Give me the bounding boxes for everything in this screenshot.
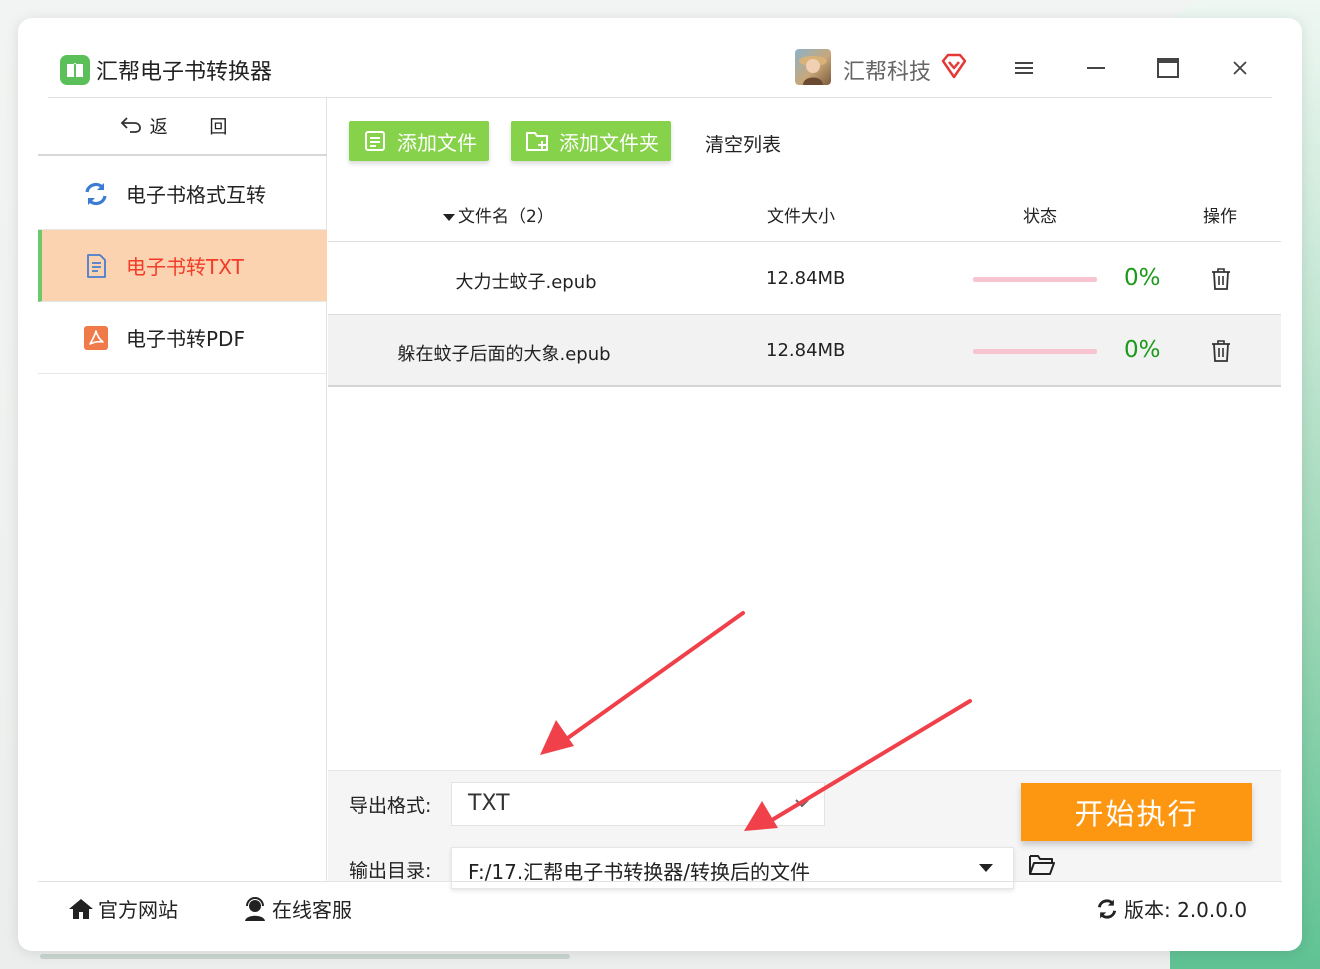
progress-percent: 0% (1124, 337, 1161, 363)
file-name: 大力士蚊子.epub (455, 272, 597, 293)
footer: 官方网站 在线客服 版本: 2.0.0.0 (38, 881, 1282, 931)
menu-icon[interactable] (1010, 54, 1038, 82)
file-size: 12.84MB (766, 268, 846, 289)
progress-bar (973, 277, 1097, 282)
refresh-icon (82, 180, 110, 208)
table-row[interactable]: 大力士蚊子.epub 12.84MB 0% (328, 243, 1281, 315)
sidebar: 返 回 电子书格式互转 电子书转TXT 电子书转PDF (38, 98, 327, 881)
main-panel: 添加文件 添加文件夹 清空列表 文件名（2） 文件大小 状态 操作 大力士蚊子.… (328, 98, 1281, 889)
vip-diamond-icon[interactable] (940, 52, 968, 80)
online-service-label: 在线客服 (272, 898, 352, 922)
user-avatar[interactable] (795, 49, 831, 85)
caret-down-icon (979, 864, 993, 872)
export-format-select[interactable]: TXT (451, 782, 825, 826)
back-arrow-icon (120, 114, 142, 139)
progress-percent: 0% (1124, 265, 1161, 291)
sidebar-item-format-convert[interactable]: 电子书格式互转 (38, 158, 327, 230)
start-button[interactable]: 开始执行 (1021, 783, 1252, 841)
table-row[interactable]: 躲在蚊子后面的大象.epub 12.84MB 0% (328, 315, 1281, 387)
home-icon (68, 896, 94, 922)
file-name: 躲在蚊子后面的大象.epub (397, 344, 611, 365)
document-icon (82, 252, 110, 280)
sidebar-item-label: 电子书转PDF (126, 327, 245, 351)
progress-bar (973, 349, 1097, 354)
output-settings-panel: 导出格式: TXT 输出目录: F:/17.汇帮电子书转换器/转换后的文件 开始… (328, 770, 1281, 889)
output-dir-label: 输出目录: (349, 860, 432, 882)
export-format-label: 导出格式: (349, 795, 432, 817)
official-site-label: 官方网站 (98, 898, 178, 922)
app-window: 汇帮电子书转换器 汇帮科技 返 回 电子书格式互转 电子书转TXT 电子书转PD… (18, 18, 1302, 951)
sidebar-item-to-txt[interactable]: 电子书转TXT (38, 230, 327, 302)
maximize-icon[interactable] (1154, 54, 1182, 82)
online-service-link[interactable]: 在线客服 (242, 894, 352, 923)
sidebar-item-label: 电子书格式互转 (126, 183, 266, 207)
add-file-button[interactable]: 添加文件 (349, 121, 489, 161)
trash-icon[interactable] (1210, 339, 1232, 363)
taskbar-strip (40, 954, 570, 959)
close-icon[interactable] (1226, 54, 1254, 82)
add-folder-button[interactable]: 添加文件夹 (511, 121, 671, 161)
add-file-label: 添加文件 (397, 130, 477, 155)
folder-open-icon[interactable] (1028, 852, 1056, 880)
trash-icon[interactable] (1210, 267, 1232, 291)
chevron-down-icon (795, 799, 809, 808)
version-label: 版本: 2.0.0.0 (1124, 898, 1248, 922)
file-size: 12.84MB (766, 340, 846, 361)
refresh-icon (1094, 896, 1120, 922)
sidebar-item-label: 电子书转TXT (126, 255, 244, 279)
company-name[interactable]: 汇帮科技 (843, 54, 931, 86)
sort-down-icon (443, 214, 455, 221)
app-logo-icon (60, 55, 90, 85)
back-button[interactable]: 返 回 (38, 98, 327, 156)
add-file-icon (363, 128, 389, 154)
minimize-icon[interactable] (1082, 54, 1110, 82)
export-format-value: TXT (468, 791, 510, 816)
column-header-operation: 操作 (1203, 207, 1237, 227)
version-info: 版本: 2.0.0.0 (1094, 894, 1247, 923)
table-header: 文件名（2） 文件大小 状态 操作 (328, 196, 1281, 242)
clear-list-button[interactable]: 清空列表 (705, 130, 781, 157)
column-header-name[interactable]: 文件名（2） (442, 202, 554, 227)
column-header-status: 状态 (1023, 207, 1057, 227)
customer-service-icon (242, 896, 268, 922)
official-site-link[interactable]: 官方网站 (68, 894, 178, 923)
add-folder-label: 添加文件夹 (559, 130, 659, 155)
add-folder-icon (525, 128, 551, 154)
column-header-size: 文件大小 (767, 207, 835, 227)
back-label: 返 回 (149, 117, 246, 138)
app-title: 汇帮电子书转换器 (96, 60, 273, 85)
title-bar: 汇帮电子书转换器 汇帮科技 (18, 18, 1302, 98)
pdf-icon (82, 324, 110, 352)
sidebar-item-to-pdf[interactable]: 电子书转PDF (38, 302, 327, 374)
